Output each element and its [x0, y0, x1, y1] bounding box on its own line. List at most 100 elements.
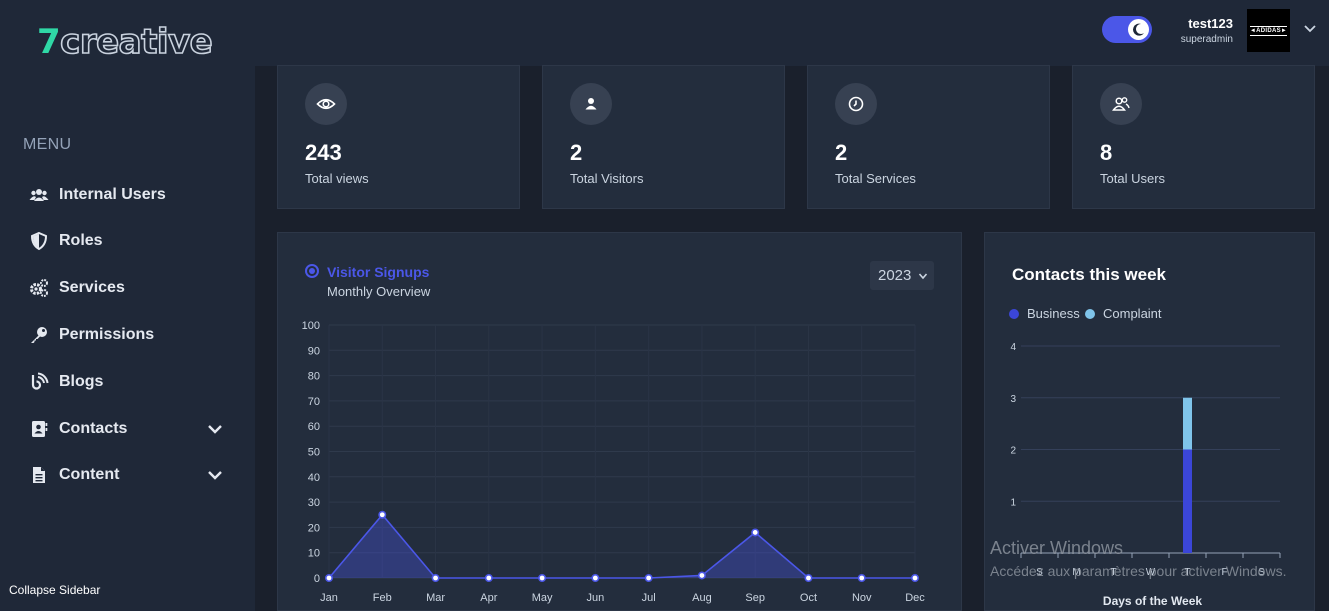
eye-icon: [305, 83, 347, 125]
y-tick-label: 30: [308, 497, 320, 509]
chevron-down-icon: [208, 471, 222, 480]
file-icon: [29, 465, 49, 485]
data-point: [857, 573, 866, 582]
sidebar-item-label: Services: [59, 279, 125, 296]
sidebar-item-label: Blogs: [59, 373, 104, 390]
toggle-knob: [1128, 19, 1149, 40]
stat-card-views: 243 Total views: [277, 65, 520, 209]
user-role: superadmin: [1180, 34, 1233, 45]
stat-card-visitors: 2 Total Visitors: [542, 65, 785, 209]
dark-mode-toggle[interactable]: [1102, 16, 1152, 43]
sidebar-item-roles[interactable]: Roles: [29, 227, 229, 255]
sidebar-item-services[interactable]: Services: [29, 274, 229, 302]
logo-word: creative: [59, 21, 213, 63]
y-tick-label: 50: [308, 447, 320, 459]
y-tick-label: 3: [1010, 394, 1016, 405]
stat-label: Total Visitors: [570, 171, 644, 186]
stat-value: 8: [1100, 140, 1113, 165]
y-tick-label: 2: [1010, 446, 1016, 457]
users-icon: [29, 185, 49, 205]
x-tick-label: Feb: [373, 592, 392, 604]
x-tick-label: Sep: [745, 592, 765, 604]
stat-value: 2: [835, 140, 848, 165]
user-name: test123: [1188, 16, 1233, 31]
x-tick-label: Jan: [320, 592, 338, 604]
sidebar-item-label: Internal Users: [59, 186, 166, 203]
sidebar-item-label: Permissions: [59, 326, 155, 343]
chevron-down-icon: [208, 425, 222, 434]
data-point: [591, 573, 600, 582]
y-tick-label: 20: [308, 522, 320, 534]
bar-segment: [1183, 397, 1192, 450]
x-tick-label: Jul: [642, 592, 656, 604]
collapse-sidebar-button[interactable]: Collapse Sidebar: [9, 583, 100, 597]
user-icon: [570, 83, 612, 125]
sidebar-item-contacts[interactable]: Contacts: [29, 415, 229, 443]
sidebar-item-content[interactable]: Content: [29, 461, 229, 489]
sidebar-item-label: Roles: [59, 232, 103, 249]
data-point: [751, 528, 760, 537]
moon-icon: [1133, 23, 1144, 36]
sidebar-item-label: Content: [59, 466, 120, 483]
x-tick-label: Nov: [852, 592, 872, 604]
blog-icon: [29, 372, 49, 392]
stat-card-users: 8 Total Users: [1072, 65, 1315, 209]
x-tick-label: May: [532, 592, 553, 604]
bar-segment: [1183, 449, 1192, 553]
x-tick-label: Dec: [905, 592, 925, 604]
sidebar-item-internal-users[interactable]: Internal Users: [29, 181, 229, 209]
data-point: [644, 573, 653, 582]
y-tick-label: 80: [308, 371, 320, 383]
x-tick-label: Oct: [800, 592, 817, 604]
data-point: [484, 573, 493, 582]
shield-icon: [29, 231, 49, 251]
stat-label: Total Users: [1100, 171, 1166, 186]
key-icon: [29, 325, 49, 345]
y-tick-label: 70: [308, 396, 320, 408]
data-point: [697, 571, 706, 580]
windows-activation-text: Accédez aux paramètres pour activer Wind…: [990, 563, 1287, 579]
y-tick-label: 90: [308, 345, 320, 357]
windows-activation-title: Activer Windows: [990, 538, 1124, 558]
stat-label: Total Services: [835, 171, 916, 186]
y-tick-label: 10: [308, 548, 320, 560]
visitor-signups-card: Visitor Signups Monthly Overview 2023 01…: [277, 232, 962, 611]
data-point: [538, 573, 547, 582]
y-tick-label: 100: [302, 320, 320, 332]
data-point: [431, 573, 440, 582]
top-bar: 7creative test123 superadmin ◄ADIDAS►: [0, 0, 1329, 66]
data-point: [378, 510, 387, 519]
y-tick-label: 0: [314, 573, 320, 585]
x-tick-label: Jun: [586, 592, 604, 604]
visitor-signups-chart: 0 10 20 30 40 50 60 70 80 90 100 Jan Feb Mar Apr May Jun…: [302, 320, 926, 604]
sidebar-item-blogs[interactable]: Blogs: [29, 368, 229, 396]
cogs-icon: [29, 278, 49, 298]
sidebar-item-label: Contacts: [59, 420, 128, 437]
y-tick-label: 4: [1010, 342, 1016, 353]
users-icon: [1100, 83, 1142, 125]
series-area: [329, 514, 915, 578]
logo-number: 7: [37, 22, 61, 62]
stat-label: Total views: [305, 171, 369, 186]
avatar[interactable]: ◄ADIDAS►: [1247, 9, 1290, 52]
menu-title: MENU: [23, 136, 72, 153]
history-icon: [835, 83, 877, 125]
y-tick-label: 40: [308, 472, 320, 484]
avatar-text: ◄ADIDAS►: [1249, 25, 1288, 36]
chevron-down-icon[interactable]: [1302, 20, 1318, 36]
address-book-icon: [29, 419, 49, 439]
x-tick-label: Aug: [692, 592, 712, 604]
data-point: [910, 573, 919, 582]
y-tick-label: 60: [308, 421, 320, 433]
data-point: [804, 573, 813, 582]
stat-card-services: 2 Total Services: [807, 65, 1050, 209]
data-point: [324, 573, 333, 582]
x-axis-title: Days of the Week: [1103, 594, 1202, 608]
x-tick-label: Apr: [480, 592, 497, 604]
stat-value: 2: [570, 140, 583, 165]
sidebar-item-permissions[interactable]: Permissions: [29, 321, 229, 349]
x-tick-label: Mar: [426, 592, 445, 604]
app-logo[interactable]: 7creative: [37, 21, 214, 63]
y-tick-label: 1: [1010, 497, 1016, 508]
sidebar: MENU Internal Users Roles Services Permi…: [0, 66, 255, 611]
